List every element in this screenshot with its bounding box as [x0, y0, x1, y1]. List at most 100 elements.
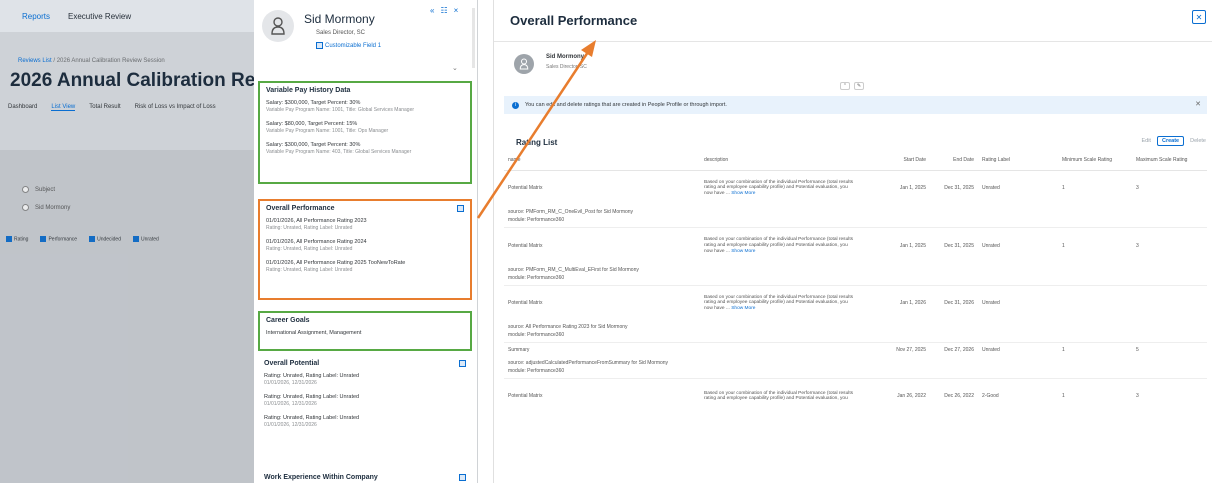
cell-rating-label: Unrated — [982, 300, 1000, 307]
close-icon[interactable]: ✕ — [1192, 10, 1206, 24]
cell-end-date: Dec 31, 2025 — [944, 185, 974, 192]
scrollbar[interactable] — [472, 8, 475, 68]
row-module: module: Performance360 — [508, 217, 565, 223]
row-source: source: PMForm_RM_C_MultiEval_EFirst for… — [508, 266, 639, 273]
tab-risk-of-loss[interactable]: Risk of Loss vs Impact of Loss — [135, 104, 216, 111]
section-title: Variable Pay History Data — [266, 87, 351, 94]
cell-end-date: Dec 31, 2025 — [944, 242, 974, 249]
collapse-header-icon[interactable]: ⌃ — [840, 82, 850, 90]
cell-name: Summary — [508, 346, 530, 353]
table-row[interactable]: Potential Matrix Based on your combinati… — [504, 378, 1207, 414]
profile-name: Sid Mormony — [304, 12, 375, 26]
variable-pay-section[interactable]: Variable Pay History Data Salary: $300,0… — [258, 81, 472, 184]
entry-subline: Rating: Unrated, Rating Label: Unrated — [266, 246, 353, 252]
open-details-icon[interactable] — [459, 360, 466, 367]
person-name: Sid Mormony — [546, 54, 585, 60]
cell-min-scale: 1 — [1062, 185, 1065, 192]
card-toolbar: « ☷ × — [430, 6, 458, 15]
row-module: module: Performance360 — [508, 367, 565, 374]
cell-description: Based on your combination of the individ… — [704, 237, 854, 254]
overall-potential-section[interactable]: Overall Potential Rating: Unrated, Ratin… — [258, 356, 472, 456]
entry-line: Salary: $300,000, Target Percent: 30% — [266, 142, 361, 148]
rating-list-title: Rating List — [516, 138, 558, 147]
custom-field-label[interactable]: Customizable Field 1 — [325, 43, 381, 49]
tab-dashboard[interactable]: Dashboard — [8, 104, 37, 111]
cell-start-date: Nov 27, 2025 — [896, 346, 926, 353]
cell-min-scale: 1 — [1062, 346, 1065, 353]
breadcrumb-current: 2026 Annual Calibration Review Session — [56, 58, 165, 64]
tab-total-result[interactable]: Total Result — [89, 104, 120, 111]
table-row[interactable]: Potential Matrix Based on your combinati… — [504, 170, 1207, 206]
info-text: You can edit and delete ratings that are… — [525, 102, 727, 108]
cell-description: Based on your combination of the individ… — [704, 294, 854, 312]
table-row[interactable]: Summary Nov 27, 2025 Dec 27, 2026 Unrate… — [504, 343, 1207, 357]
cell-start-date: Jan 26, 2022 — [897, 393, 926, 400]
list-icon[interactable]: ☷ — [440, 6, 447, 15]
column-header[interactable]: Rating Label — [978, 150, 1058, 171]
edit-button[interactable]: Edit — [1141, 138, 1150, 144]
entry-line: Rating: Unrated, Rating Label: Unrated — [264, 394, 360, 400]
top-header: Reports Executive Review — [0, 0, 264, 32]
entry-subline: 01/01/2026, 12/31/2026 — [264, 422, 317, 428]
cell-name: Potential Matrix — [508, 242, 543, 249]
entry-line: 01/01/2026, All Performance Rating 2024 — [266, 239, 367, 245]
column-header[interactable]: name — [504, 150, 700, 171]
cell-start-date: Jan 1, 2026 — [899, 300, 926, 307]
table-toolbar: Edit Create Delete — [1141, 136, 1206, 146]
collapse-icon[interactable]: « — [430, 6, 434, 15]
breadcrumb-link[interactable]: Reviews List — [18, 58, 52, 64]
entry-line: Rating: Unrated, Rating Label: Unrated — [264, 415, 360, 421]
info-icon: i — [512, 101, 519, 109]
cell-description: Based on your combination of the individ… — [704, 179, 854, 197]
cell-description: Based on your combination of the individ… — [704, 390, 854, 402]
entry-line: Rating: Unrated, Rating Label: Unrated — [264, 373, 360, 379]
custom-field-link[interactable]: Customizable Field 1 — [316, 42, 381, 49]
overall-performance-section[interactable]: Overall Performance 01/01/2026, All Perf… — [258, 199, 472, 300]
cell-max-scale: 3 — [1136, 242, 1139, 249]
tab-list-view[interactable]: List View — [51, 104, 76, 111]
column-header[interactable]: description — [700, 150, 860, 171]
list-item: Salary: $300,000, Target Percent: 30% Va… — [266, 100, 464, 114]
open-details-icon[interactable] — [457, 205, 464, 212]
entry-subline: Variable Pay Program Name: 1001, Title: … — [266, 107, 415, 113]
list-item: Rating: Unrated, Rating Label: Unrated 0… — [264, 373, 466, 387]
cell-description — [700, 343, 860, 357]
tab-executive-review[interactable]: Executive Review — [68, 12, 131, 21]
open-details-icon[interactable] — [459, 474, 466, 481]
avatar — [262, 10, 294, 42]
section-title: Career Goals — [266, 317, 310, 324]
entry-subline: Variable Pay Program Name: 1001, Title: … — [266, 128, 389, 134]
show-more-link[interactable]: Show More — [731, 249, 755, 254]
create-button[interactable]: Create — [1156, 136, 1185, 146]
column-header[interactable]: Maximum Scale Rating — [1132, 150, 1207, 171]
section-title: Work Experience Within Company — [264, 474, 378, 481]
chevron-down-icon[interactable]: ⌄ — [452, 64, 458, 72]
pin-icon[interactable]: ✎ — [854, 82, 864, 90]
breadcrumb: Reviews List / 2026 Annual Calibration R… — [18, 58, 165, 64]
column-header[interactable]: End Date — [930, 150, 978, 171]
show-more-link[interactable]: Show More — [731, 191, 755, 196]
column-header[interactable]: Minimum Scale Rating — [1058, 150, 1132, 171]
cell-end-date: Dec 31, 2026 — [944, 300, 974, 307]
cell-min-scale: 1 — [1062, 393, 1065, 400]
table-row[interactable]: Potential Matrix Based on your combinati… — [504, 228, 1207, 264]
table-row[interactable]: Potential Matrix Based on your combinati… — [504, 285, 1207, 321]
list-item: 01/01/2026, All Performance Rating 2023 … — [266, 218, 464, 232]
column-header[interactable]: Start Date — [860, 150, 930, 171]
close-icon[interactable]: × — [454, 6, 459, 15]
profile-role: Sales Director, SC — [316, 30, 366, 36]
table-row-details: source: All Performance Rating 2023 for … — [504, 321, 1207, 343]
delete-button[interactable]: Delete — [1190, 138, 1206, 144]
person-icon — [271, 17, 285, 35]
work-experience-section[interactable]: Work Experience Within Company — [258, 470, 472, 483]
section-title: Overall Potential — [264, 360, 320, 367]
close-icon[interactable]: ✕ — [1195, 100, 1201, 108]
show-more-link[interactable]: Show More — [731, 306, 755, 311]
rating-table: name description Start Date End Date Rat… — [504, 150, 1207, 414]
list-item: Rating: Unrated, Rating Label: Unrated 0… — [264, 394, 466, 408]
list-item: Salary: $300,000, Target Percent: 30% Va… — [266, 142, 464, 156]
entry-line: Salary: $300,000, Target Percent: 30% — [266, 100, 361, 106]
career-goals-section[interactable]: Career Goals International Assignment, M… — [258, 311, 472, 351]
cell-min-scale: 1 — [1062, 242, 1065, 249]
tab-reports[interactable]: Reports — [22, 12, 50, 21]
